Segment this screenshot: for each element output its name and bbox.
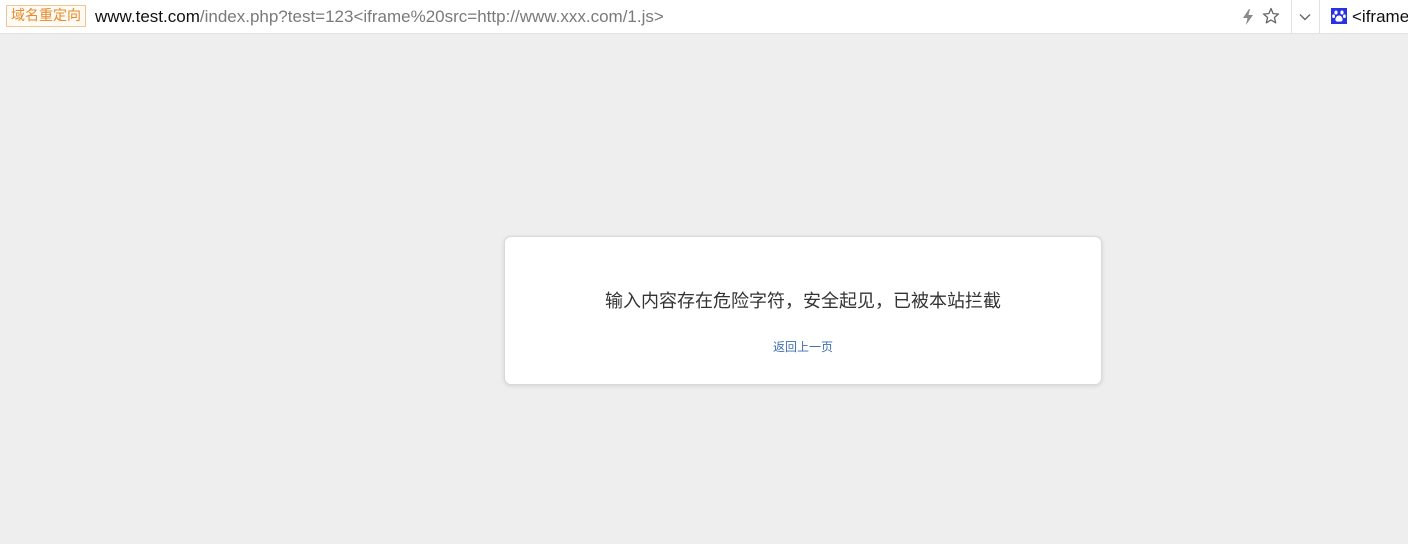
redirect-badge[interactable]: 域名重定向 bbox=[6, 5, 86, 27]
star-icon[interactable] bbox=[1262, 7, 1280, 25]
address-bar-url[interactable]: www.test.com/index.php?test=123<iframe%2… bbox=[95, 6, 664, 28]
browser-toolbar: 域名重定向 www.test.com/index.php?test=123<if… bbox=[0, 0, 1408, 34]
blocked-message: 输入内容存在危险字符，安全起见，已被本站拦截 bbox=[605, 291, 1001, 312]
toolbar-divider bbox=[1319, 0, 1320, 34]
back-link[interactable]: 返回上一页 bbox=[505, 338, 1101, 356]
flash-icon[interactable] bbox=[1241, 8, 1255, 26]
url-host: www.test.com bbox=[95, 7, 200, 26]
chevron-down-icon[interactable] bbox=[1297, 10, 1313, 24]
url-path: /index.php?test=123<iframe%20src=http://… bbox=[199, 7, 664, 26]
blocked-dialog: 输入内容存在危险字符，安全起见，已被本站拦截 返回上一页 bbox=[504, 236, 1102, 385]
toolbar-divider bbox=[1291, 0, 1292, 34]
search-input[interactable]: <iframe bbox=[1352, 6, 1408, 28]
baidu-paw-icon[interactable] bbox=[1331, 8, 1347, 24]
